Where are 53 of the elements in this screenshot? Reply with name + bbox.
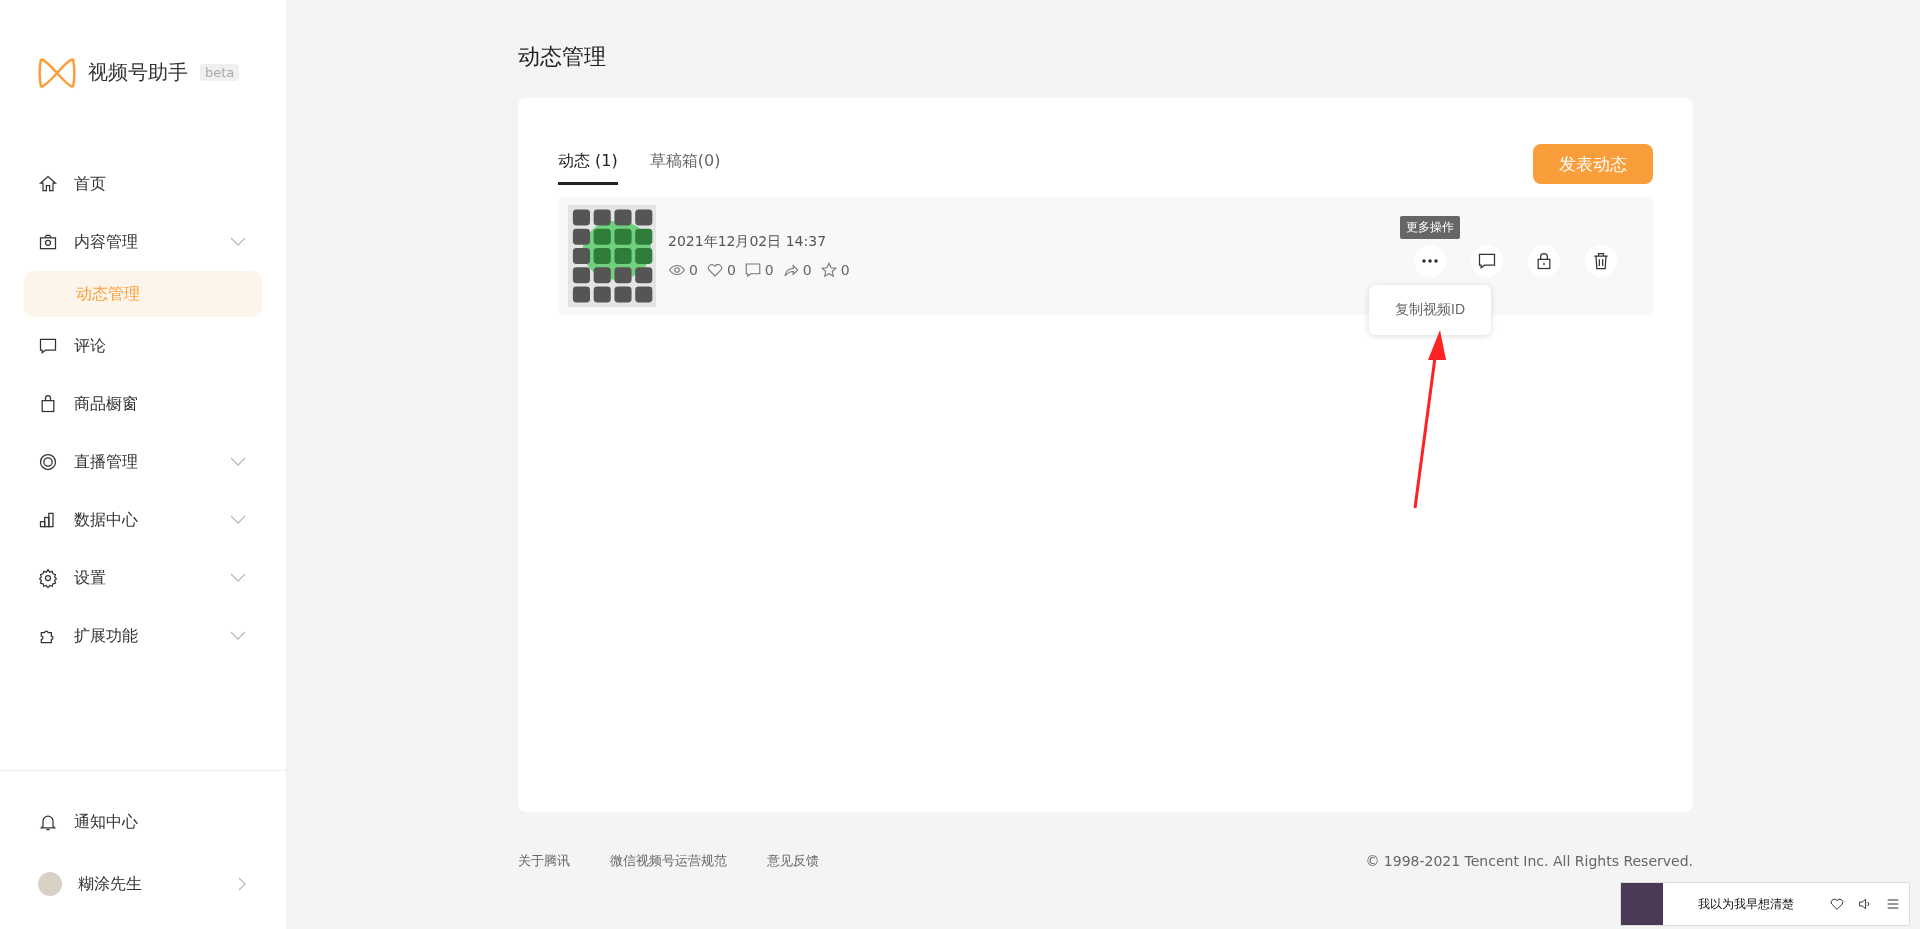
comment-icon [38, 336, 58, 356]
star-icon [819, 261, 838, 279]
nav-item[interactable]: 首页 [0, 155, 286, 213]
nav-item[interactable]: 设置 [0, 549, 286, 607]
stat-count: 0 [819, 261, 850, 279]
beta-badge: beta [200, 64, 240, 81]
notification-item[interactable]: 通知中心 [0, 791, 286, 853]
home-icon [38, 174, 58, 194]
settings-icon [38, 568, 58, 588]
chevron-down-icon [230, 515, 246, 525]
lock-button[interactable] [1528, 245, 1560, 277]
footer-link[interactable]: 意见反馈 [767, 852, 819, 870]
nav-item[interactable]: 扩展功能 [0, 607, 286, 665]
nav-item[interactable]: 数据中心 [0, 491, 286, 549]
chevron-down-icon [230, 457, 246, 467]
chevron-down-icon [230, 237, 246, 247]
post-date: 2021年12月02日 14:37 [668, 233, 828, 251]
nav-item[interactable]: 评论 [0, 317, 286, 375]
menu-item[interactable]: 复制视频ID [1369, 291, 1491, 329]
comment-icon [1477, 251, 1497, 271]
stat-count: 0 [705, 261, 736, 279]
chevron-right-icon [238, 877, 246, 891]
footer-link[interactable]: 微信视频号运营规范 [610, 852, 727, 870]
stat-count: 0 [743, 261, 774, 279]
song-title: 我以为我早想清楚 [1697, 895, 1795, 913]
app-name: 视频号助手 [88, 59, 188, 86]
comment-icon [743, 261, 762, 279]
copyright-text: © 1998-2021 Tencent Inc. All Rights Reserved. [1365, 853, 1693, 869]
tooltip: 更多操作 [1400, 216, 1460, 239]
stat-count: 0 [781, 261, 812, 279]
chevron-down-icon [230, 631, 246, 641]
tab[interactable]: 动态 (1) [558, 143, 618, 185]
footer-link[interactable]: 关于腾讯 [518, 852, 570, 870]
album-cover [1621, 883, 1663, 925]
delete-button[interactable] [1585, 245, 1617, 277]
nav-item[interactable]: 商品橱窗 [0, 375, 286, 433]
circle-target-icon [38, 452, 58, 472]
nav-item[interactable]: 内容管理 [0, 213, 286, 271]
list-icon [1885, 896, 1901, 912]
tab[interactable]: 草稿箱(0) [649, 143, 721, 185]
heart-icon [705, 261, 724, 279]
camera-icon [38, 232, 58, 252]
stat-count: 0 [668, 261, 698, 279]
more-icon [1422, 259, 1438, 263]
trash-icon [1591, 251, 1611, 271]
logo-icon [38, 55, 76, 90]
nav-item[interactable]: 直播管理 [0, 433, 286, 491]
heart-icon [1829, 896, 1845, 912]
chevron-down-icon [230, 573, 246, 583]
comment-button[interactable] [1471, 245, 1503, 277]
avatar [38, 872, 62, 896]
page-title: 动态管理 [518, 43, 607, 71]
user-item[interactable]: 糊涂先生 [0, 853, 286, 915]
